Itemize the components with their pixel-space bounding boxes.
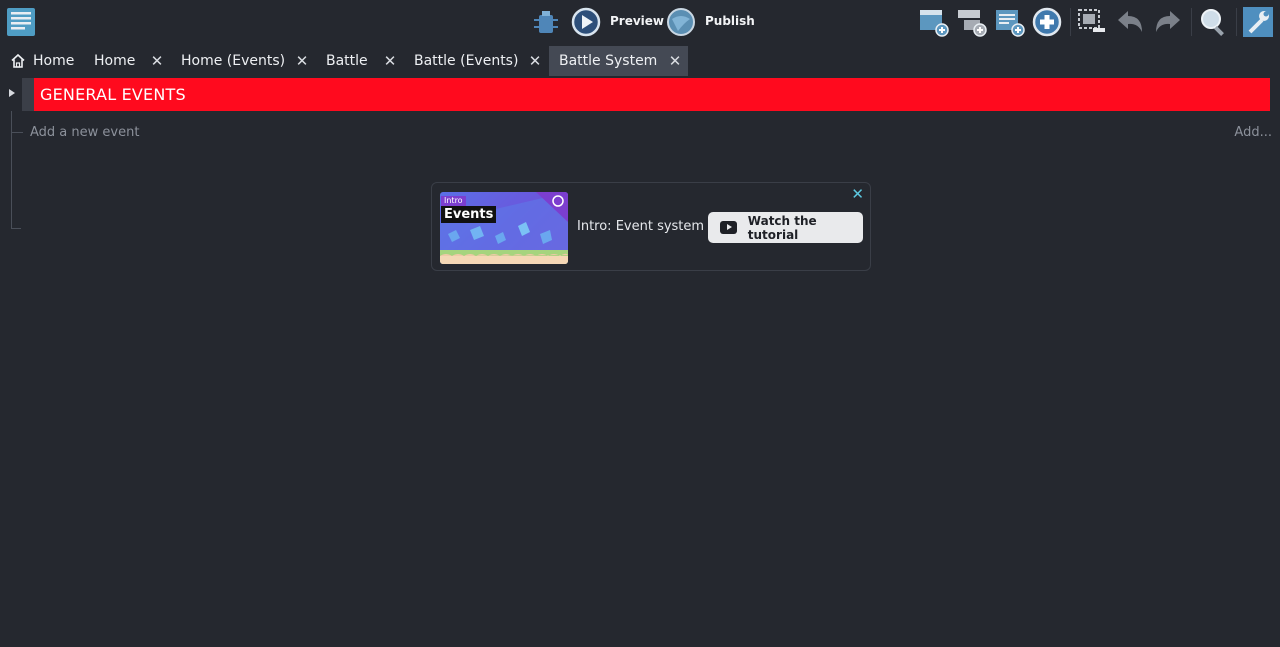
tab-home-events[interactable]: Home (Events) (181, 46, 285, 76)
tab-label: Battle (326, 53, 368, 69)
tutorial-title: Intro: Event system (577, 219, 705, 234)
add-comment-icon[interactable] (994, 6, 1026, 38)
tab-label: Battle (Events) (414, 53, 519, 69)
preview-icon[interactable] (571, 7, 601, 37)
tree-line (11, 132, 23, 133)
tree-line (11, 228, 21, 229)
expand-arrow-icon[interactable] (9, 89, 15, 97)
add-event-icon[interactable] (918, 6, 950, 38)
add-sub-event-icon[interactable] (956, 6, 988, 38)
tab-label: Home (33, 53, 75, 69)
tab-home-start[interactable]: Home (8, 46, 88, 76)
event-group-title: GENERAL EVENTS (40, 85, 186, 104)
tab-label: Home (94, 53, 136, 69)
tab-close-icon[interactable]: ✕ (295, 53, 309, 69)
undo-icon[interactable] (1114, 6, 1146, 38)
tab-close-icon[interactable]: ✕ (668, 53, 682, 69)
preview-label[interactable]: Preview (610, 14, 664, 28)
tree-line (11, 111, 12, 229)
toolbar-separator (1236, 8, 1237, 36)
main-toolbar: Preview Publish (0, 0, 1280, 45)
event-drag-handle[interactable] (22, 78, 34, 111)
watch-tutorial-label: Watch the tutorial (747, 213, 817, 242)
add-more-link[interactable]: Add... (1234, 125, 1272, 140)
tab-close-icon[interactable]: ✕ (383, 53, 397, 69)
add-new-event-link[interactable]: Add a new event (30, 125, 139, 140)
tutorial-thumb-badge: Intro (441, 196, 466, 206)
tab-battle-events[interactable]: Battle (Events) (414, 46, 518, 76)
tab-bar: Home Home ✕ Home (Events) ✕ Battle ✕ Bat… (0, 46, 1280, 76)
publish-icon[interactable] (666, 7, 696, 37)
add-other-icon[interactable] (1031, 6, 1063, 38)
publish-label[interactable]: Publish (705, 14, 755, 28)
tab-label: Home (Events) (181, 53, 286, 69)
youtube-icon (720, 221, 737, 234)
toolbar-separator (1191, 8, 1192, 36)
tutorial-thumb-title: Events (441, 206, 497, 223)
search-icon[interactable] (1197, 6, 1229, 38)
tutorial-thumbnail[interactable]: Intro Events (440, 192, 568, 264)
redo-icon[interactable] (1152, 6, 1184, 38)
delete-icon[interactable] (1076, 6, 1108, 38)
project-manager-icon[interactable] (6, 7, 36, 37)
tab-close-icon[interactable]: ✕ (528, 53, 542, 69)
tab-home[interactable]: Home (94, 46, 135, 76)
settings-icon[interactable] (1242, 6, 1274, 38)
close-icon[interactable]: ✕ (851, 185, 864, 203)
debugger-icon[interactable] (531, 8, 561, 38)
tab-battle[interactable]: Battle (326, 46, 368, 76)
tab-close-icon[interactable]: ✕ (150, 53, 164, 69)
watch-tutorial-button[interactable]: Watch the tutorial (708, 212, 863, 243)
tutorial-card: Intro Events Intro: Event system Watch t… (431, 182, 871, 271)
tab-label: Battle System (559, 53, 658, 69)
home-icon (10, 53, 26, 69)
event-group-header[interactable]: GENERAL EVENTS (34, 78, 1270, 111)
toolbar-separator (1070, 8, 1071, 36)
